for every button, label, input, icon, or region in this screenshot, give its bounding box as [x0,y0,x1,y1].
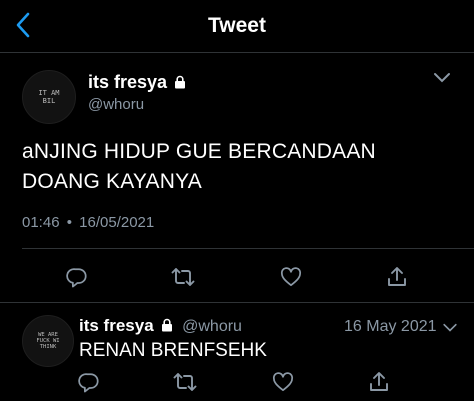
share-icon [370,372,388,391]
tweet-text: aNJING HIDUP GUE BERCANDAAN DOANG KAYANY… [22,137,462,197]
reply-reply-button[interactable] [74,367,104,397]
tweet-date: 16/05/2021 [79,214,155,231]
reply-share-button[interactable] [364,367,394,397]
share-button[interactable] [382,262,412,292]
avatar[interactable]: IT AM BIL [22,70,76,124]
tweet-text-line: aNJING HIDUP GUE BERCANDAAN [22,140,376,163]
reply-like-button[interactable] [268,367,298,397]
divider [0,302,474,303]
retweet-icon [171,268,195,286]
like-button[interactable] [276,262,306,292]
avatar-text: WE ARE FUCK WI THINK [36,331,60,351]
reply-author-row[interactable]: its fresya @whoru [79,316,242,336]
reply-more-options-button[interactable] [438,316,462,340]
meta-separator: • [66,214,72,231]
tweet-text-line: DOANG KAYANYA [22,170,202,193]
display-name: its fresya [88,72,168,92]
reply-avatar[interactable]: WE ARE FUCK WI THINK [22,315,74,367]
lock-icon [160,318,174,332]
page-title: Tweet [208,14,266,37]
reply-retweet-button[interactable] [170,367,200,397]
reply-icon [66,268,87,288]
chevron-down-icon [443,323,457,332]
retweet-button[interactable] [168,262,198,292]
divider [22,248,474,249]
share-icon [388,267,406,286]
reply-date[interactable]: 16 May 2021 [344,318,437,336]
lock-icon [173,75,187,89]
avatar-text: IT AM BIL [38,88,60,105]
more-options-button[interactable] [430,66,454,90]
reply-text: RENAN BRENFSEHK [79,340,267,361]
tweet-timestamp[interactable]: 01:46 • 16/05/2021 [22,214,154,231]
reply-icon [78,373,99,393]
reply-display-name: its fresya [79,316,154,335]
heart-icon [273,372,293,392]
heart-icon [281,267,301,287]
author-name-row[interactable]: its fresya [88,72,187,93]
retweet-icon [173,373,197,391]
tweet-time: 01:46 [22,214,60,231]
reply-handle: @whoru [182,318,242,335]
author-handle[interactable]: @whoru [88,96,144,113]
chevron-down-icon [434,73,450,83]
reply-button[interactable] [62,262,92,292]
